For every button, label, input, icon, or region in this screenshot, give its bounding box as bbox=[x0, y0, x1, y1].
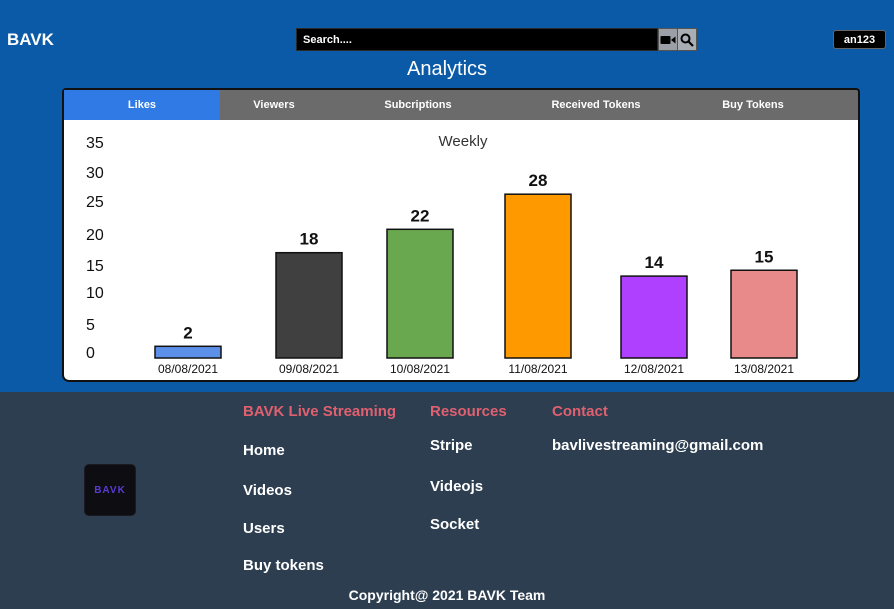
footer-link-videojs[interactable]: Videojs bbox=[430, 478, 483, 495]
copyright-text: Copyright@ 2021 BAVK Team bbox=[348, 587, 546, 603]
page-title: Analytics bbox=[406, 58, 488, 80]
y-tick-label: 20 bbox=[86, 227, 104, 244]
footer-link-buy-tokens[interactable]: Buy tokens bbox=[243, 557, 324, 574]
y-tick-label: 30 bbox=[86, 165, 104, 182]
y-tick-label: 5 bbox=[86, 317, 95, 334]
footer-logo: BAVK bbox=[84, 464, 136, 516]
footer-link-users[interactable]: Users bbox=[243, 520, 285, 537]
tab-subcriptions[interactable]: Subcriptions bbox=[328, 90, 508, 120]
bar-value-label: 22 bbox=[411, 206, 430, 225]
y-tick-label: 0 bbox=[86, 345, 95, 362]
footer-contact-email[interactable]: bavlivestreaming@gmail.com bbox=[552, 437, 763, 454]
bar-value-label: 14 bbox=[645, 253, 664, 272]
search-button[interactable] bbox=[677, 28, 697, 51]
bar-value-label: 18 bbox=[300, 230, 319, 249]
bar-value-label: 28 bbox=[529, 171, 548, 190]
footer-col1-title: BAVK Live Streaming bbox=[243, 403, 397, 420]
header-area: BAVK an123 Analytics Likes Viewers Subcr… bbox=[0, 0, 894, 392]
x-tick-label: 10/08/2021 bbox=[390, 362, 450, 376]
y-tick-label: 25 bbox=[86, 194, 104, 211]
bar bbox=[730, 269, 798, 359]
search-input[interactable] bbox=[296, 28, 658, 51]
x-tick-label: 09/08/2021 bbox=[279, 362, 339, 376]
tab-likes[interactable]: Likes bbox=[64, 90, 220, 120]
bar-chart: Weekly 35 30 25 20 15 10 5 0 2 08/08/2021 18 09/08/2… bbox=[86, 133, 798, 376]
video-camera-button[interactable] bbox=[658, 28, 678, 51]
y-tick-label: 10 bbox=[86, 285, 104, 302]
user-menu-button[interactable]: an123 bbox=[833, 30, 886, 49]
footer-link-home[interactable]: Home bbox=[243, 442, 285, 459]
footer-link-videos[interactable]: Videos bbox=[243, 482, 292, 499]
search-bar bbox=[296, 28, 698, 51]
bar bbox=[386, 228, 454, 359]
analytics-tabs: Likes Viewers Subcriptions Received Toke… bbox=[62, 88, 860, 120]
footer-col3-title: Contact bbox=[552, 403, 608, 420]
magnifier-icon bbox=[680, 33, 694, 47]
tab-buy-tokens[interactable]: Buy Tokens bbox=[684, 90, 822, 120]
footer-link-socket[interactable]: Socket bbox=[430, 516, 479, 533]
y-tick-label: 15 bbox=[86, 258, 104, 275]
bar bbox=[620, 275, 688, 359]
footer: BAVK BAVK Live Streaming Home Videos Use… bbox=[0, 392, 894, 609]
footer-link-stripe[interactable]: Stripe bbox=[430, 437, 473, 454]
x-tick-label: 12/08/2021 bbox=[624, 362, 684, 376]
bar bbox=[154, 345, 222, 359]
chart-title: Weekly bbox=[439, 133, 488, 150]
bar-value-label: 15 bbox=[755, 247, 774, 266]
x-tick-label: 13/08/2021 bbox=[734, 362, 794, 376]
brand-logo[interactable]: BAVK bbox=[7, 30, 54, 50]
bar bbox=[504, 193, 572, 359]
footer-col2-title: Resources bbox=[430, 403, 507, 420]
tab-viewers[interactable]: Viewers bbox=[220, 90, 328, 120]
x-tick-label: 11/08/2021 bbox=[508, 362, 567, 376]
y-tick-label: 35 bbox=[86, 135, 104, 152]
x-tick-label: 08/08/2021 bbox=[158, 362, 218, 376]
tab-received-tokens[interactable]: Received Tokens bbox=[508, 90, 684, 120]
bar bbox=[275, 251, 343, 359]
video-camera-icon bbox=[660, 35, 676, 44]
chart-card: Weekly 35 30 25 20 15 10 5 0 2 08/08/2021 18 09/08/2… bbox=[62, 120, 860, 382]
bar-value-label: 2 bbox=[183, 323, 192, 342]
